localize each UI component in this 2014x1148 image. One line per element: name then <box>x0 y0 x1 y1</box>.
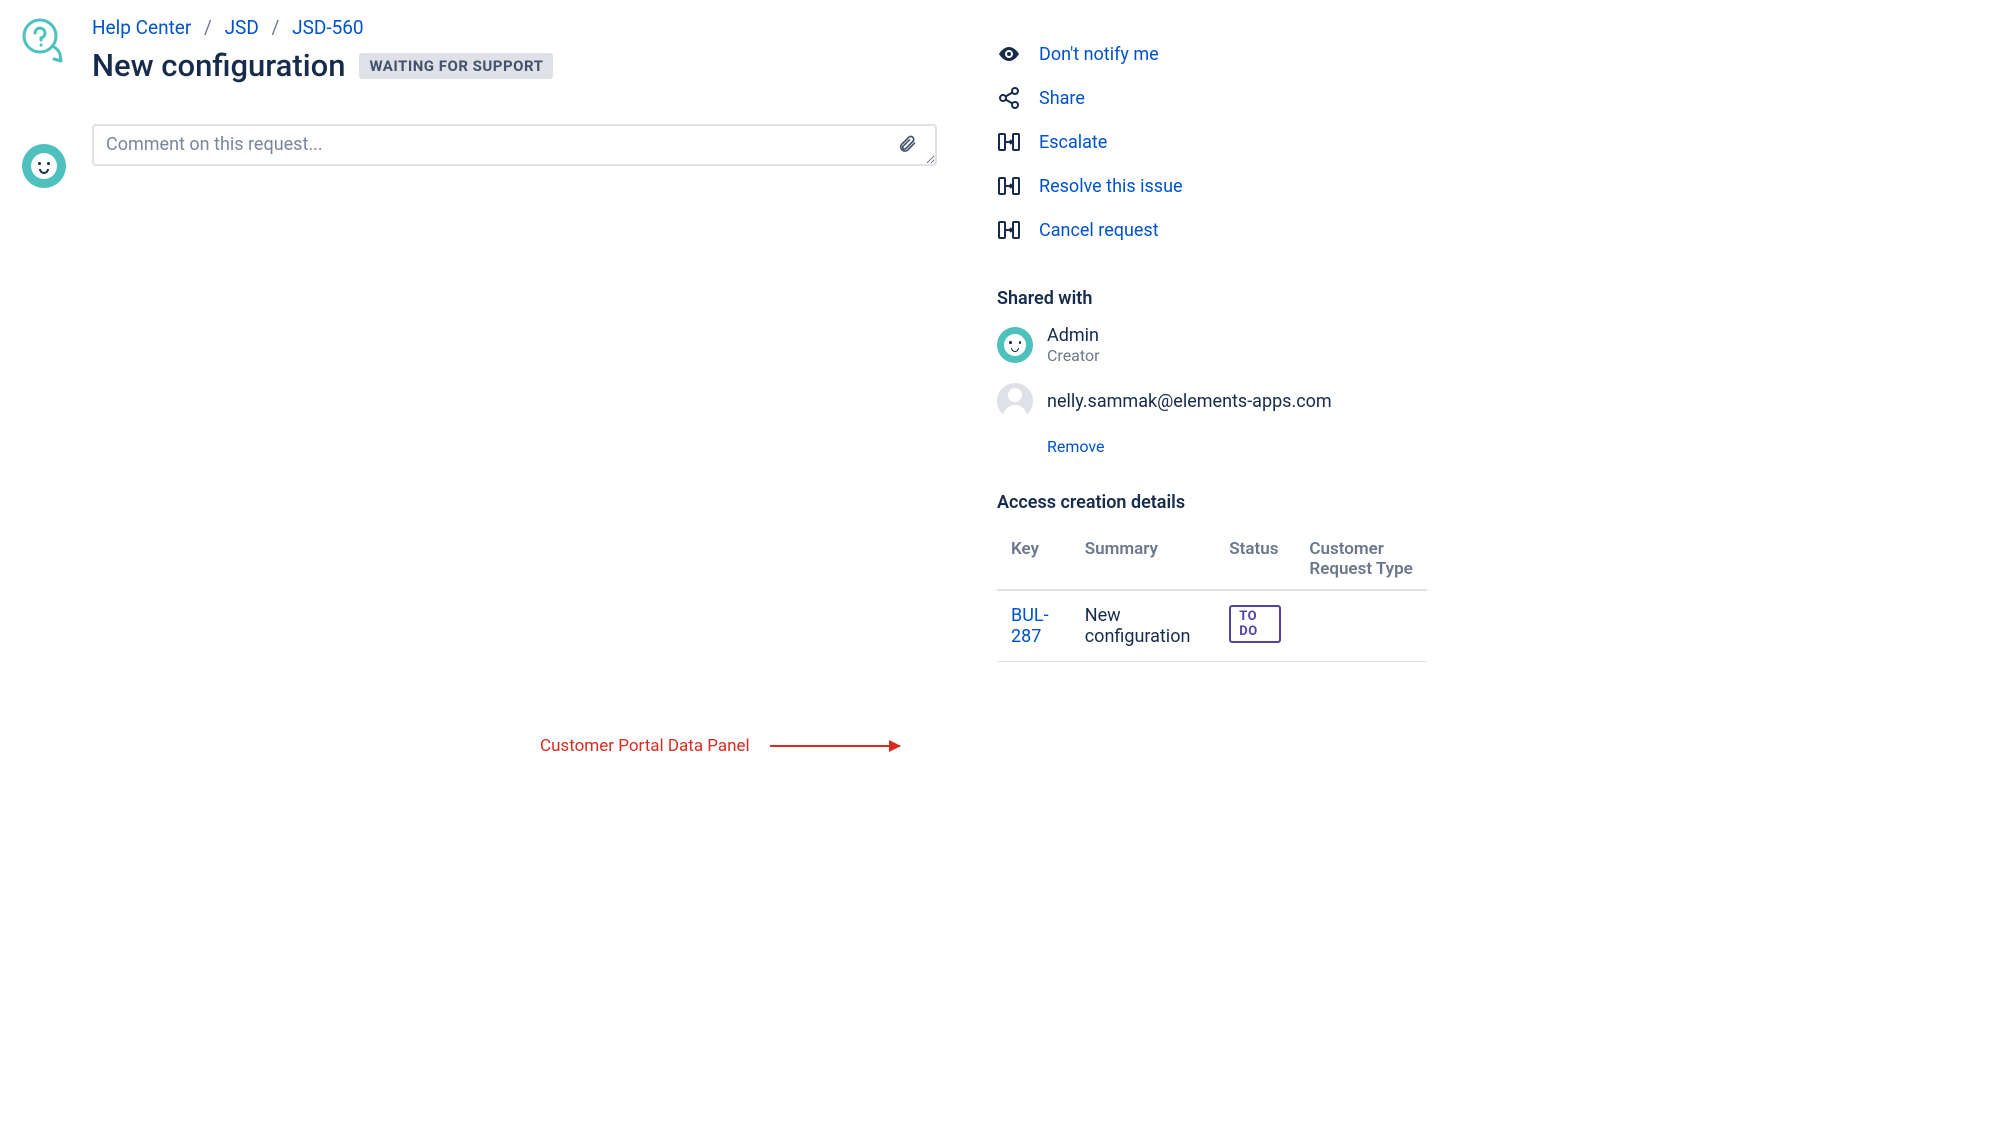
action-link[interactable]: Share <box>1039 88 1085 109</box>
details-heading: Access creation details <box>997 492 1427 513</box>
comment-input[interactable] <box>92 124 937 166</box>
breadcrumb-separator: / <box>272 16 280 39</box>
shared-with-heading: Shared with <box>997 288 1427 309</box>
transition-icon <box>997 174 1021 198</box>
action-link[interactable]: Escalate <box>1039 132 1107 153</box>
annotation-callout: Customer Portal Data Panel <box>540 736 900 756</box>
action-share[interactable]: Share <box>997 76 1427 120</box>
details-table: Key Summary Status Customer Request Type… <box>997 529 1427 662</box>
transition-icon <box>997 218 1021 242</box>
breadcrumb-project[interactable]: JSD <box>225 16 259 39</box>
linked-issue-request-type <box>1295 590 1427 662</box>
user-name: Admin <box>1047 325 1100 346</box>
action-link[interactable]: Resolve this issue <box>1039 176 1183 197</box>
current-user-avatar <box>22 144 66 188</box>
help-center-icon <box>20 16 68 64</box>
breadcrumb-separator: / <box>204 16 212 39</box>
breadcrumb-key[interactable]: JSD-560 <box>292 16 364 39</box>
action-link[interactable]: Don't notify me <box>1039 44 1159 65</box>
annotation-label: Customer Portal Data Panel <box>540 736 750 756</box>
linked-issue-status-badge: TO DO <box>1229 605 1281 643</box>
user-avatar <box>997 327 1033 363</box>
user-email: nelly.sammak@elements-apps.com <box>1047 391 1332 412</box>
column-request-type: Customer Request Type <box>1295 529 1427 590</box>
transition-icon <box>997 130 1021 154</box>
linked-issue-key[interactable]: BUL-287 <box>1011 605 1049 647</box>
annotation-arrow-icon <box>770 745 900 747</box>
shared-user-creator: Admin Creator <box>997 325 1427 365</box>
page-title: New configuration <box>92 47 345 84</box>
shared-user-participant: nelly.sammak@elements-apps.com <box>997 383 1427 419</box>
share-icon <box>997 86 1021 110</box>
remove-participant-link[interactable]: Remove <box>1047 437 1105 456</box>
eye-icon <box>997 42 1021 66</box>
user-avatar-generic <box>997 383 1033 419</box>
linked-issue-summary: New configuration <box>1071 590 1216 662</box>
breadcrumb-help-center[interactable]: Help Center <box>92 16 191 39</box>
column-summary: Summary <box>1071 529 1216 590</box>
action-escalate[interactable]: Escalate <box>997 120 1427 164</box>
action-link[interactable]: Cancel request <box>1039 220 1159 241</box>
action-dont-notify[interactable]: Don't notify me <box>997 32 1427 76</box>
attachment-icon[interactable] <box>897 134 917 154</box>
breadcrumb: Help Center / JSD / JSD-560 <box>92 16 937 39</box>
status-badge: WAITING FOR SUPPORT <box>359 53 553 79</box>
column-status: Status <box>1215 529 1295 590</box>
action-resolve[interactable]: Resolve this issue <box>997 164 1427 208</box>
user-role: Creator <box>1047 346 1100 365</box>
action-cancel[interactable]: Cancel request <box>997 208 1427 252</box>
table-row: BUL-287 New configuration TO DO <box>997 590 1427 662</box>
column-key: Key <box>997 529 1071 590</box>
